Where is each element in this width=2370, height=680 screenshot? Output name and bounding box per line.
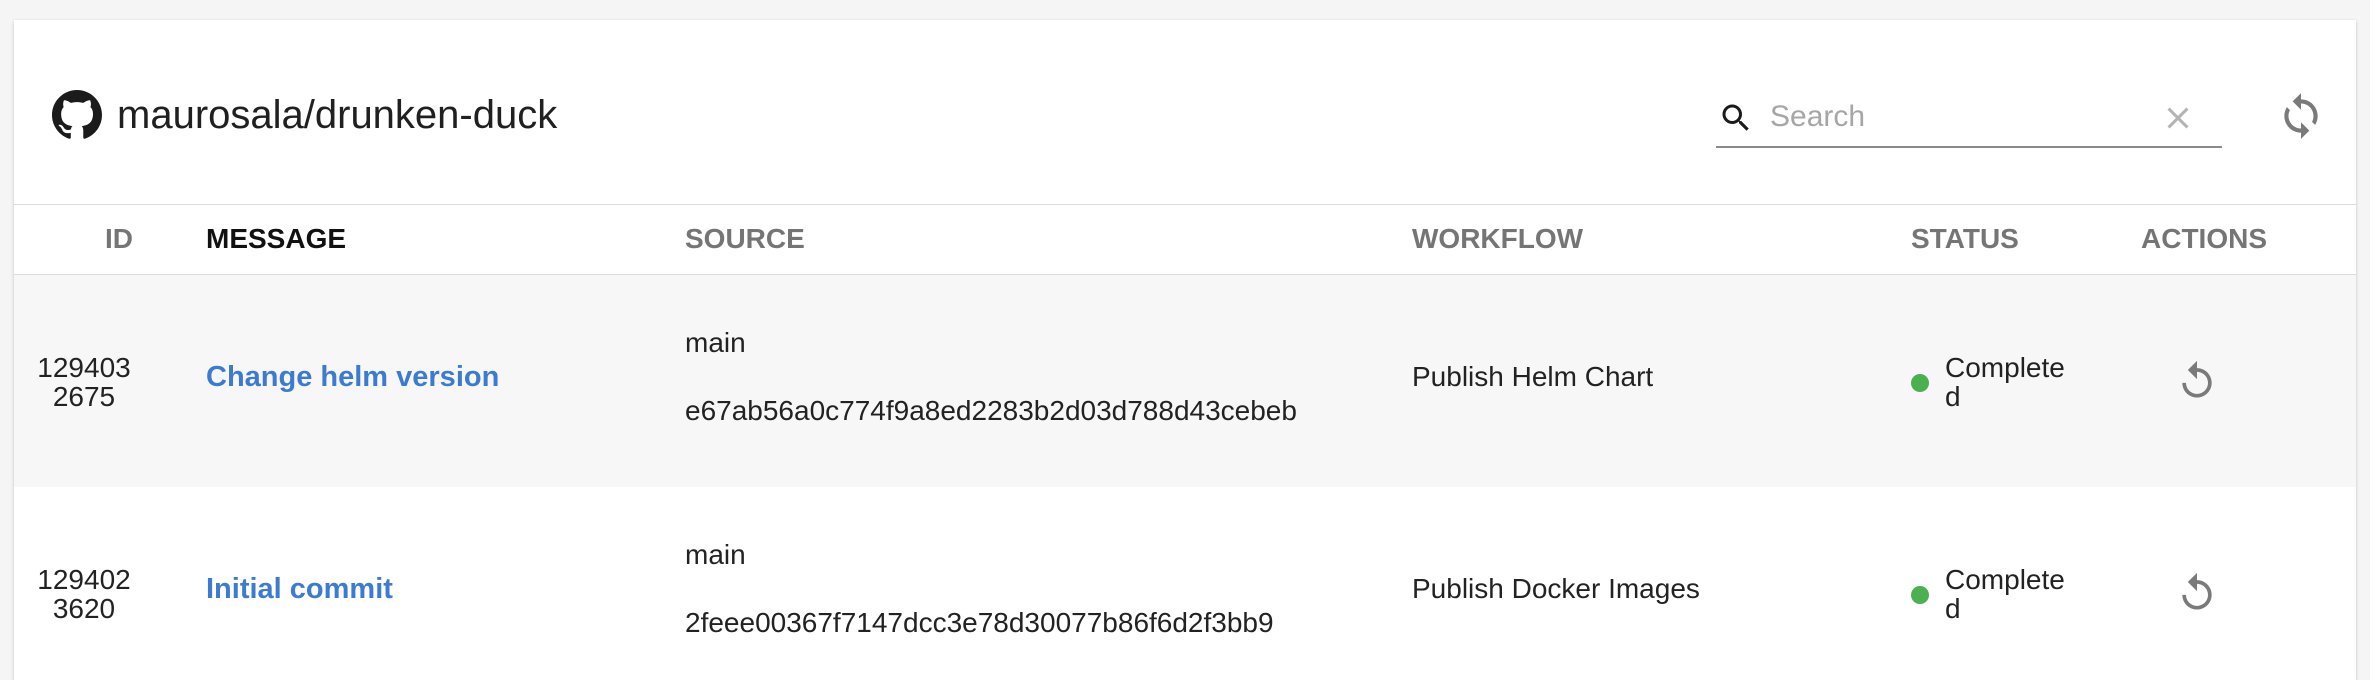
search-input[interactable] — [1770, 94, 2150, 140]
column-header-message[interactable]: MESSAGE — [206, 204, 346, 274]
github-icon — [52, 90, 102, 139]
status-text: Completed — [1945, 352, 2065, 412]
repo-title: maurosala/drunken-duck — [117, 93, 558, 137]
status-text: Completed — [1945, 564, 2065, 624]
retry-icon[interactable] — [2175, 571, 2219, 615]
column-header-id[interactable]: ID — [105, 204, 133, 274]
table-row: 1294032675 Change helm version main e67a… — [14, 275, 2356, 487]
table-row: 1294023620 Initial commit main 2feee0036… — [14, 487, 2356, 680]
commit-message-link[interactable]: Initial commit — [206, 573, 393, 606]
toolbar: maurosala/drunken-duck — [14, 20, 2356, 205]
workflow-name: Publish Helm Chart — [1412, 361, 1654, 392]
source-sha: 2feee00367f7147dcc3e78d30077b86f6d2f3bb9 — [685, 607, 1274, 638]
source-branch: main — [685, 539, 746, 570]
run-id: 1294032675 — [37, 352, 131, 412]
run-id: 1294023620 — [37, 564, 131, 624]
commit-message-link[interactable]: Change helm version — [206, 361, 499, 394]
retry-icon[interactable] — [2175, 359, 2219, 403]
column-header-actions: ACTIONS — [2141, 223, 2267, 254]
status-dot-icon — [1911, 374, 1929, 392]
close-icon[interactable] — [2160, 100, 2196, 136]
table-header: ID MESSAGE SOURCE WORKFLOW STATUS ACTION… — [14, 204, 2356, 275]
source-sha: e67ab56a0c774f9a8ed2283b2d03d788d43cebeb — [685, 395, 1297, 426]
search-box — [1716, 92, 2222, 148]
column-header-status[interactable]: STATUS — [1911, 204, 2019, 274]
column-header-source[interactable]: SOURCE — [685, 204, 805, 274]
source-branch: main — [685, 327, 746, 358]
column-header-workflow[interactable]: WORKFLOW — [1412, 204, 1583, 274]
status-dot-icon — [1911, 586, 1929, 604]
search-icon — [1722, 104, 1749, 131]
refresh-icon[interactable] — [2276, 91, 2326, 141]
workflow-name: Publish Docker Images — [1412, 573, 1700, 604]
workflow-runs-card: maurosala/drunken-duck ID MESSAGE SOURCE… — [14, 20, 2356, 680]
